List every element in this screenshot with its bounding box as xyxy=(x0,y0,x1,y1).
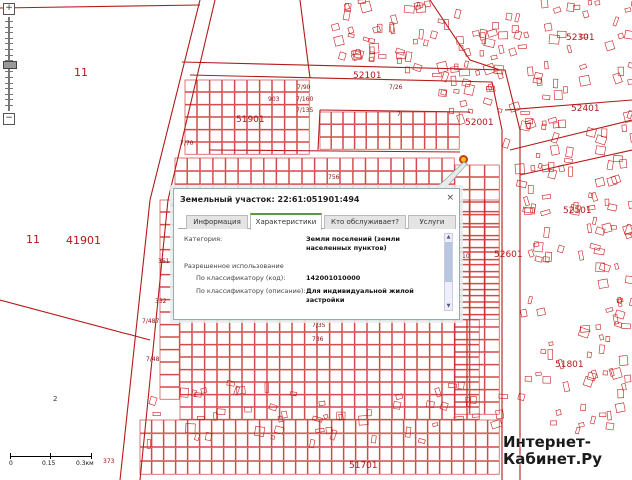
zone-label: 52401 xyxy=(571,104,600,114)
zone-label: 52101 xyxy=(353,71,382,81)
popup-content: Категория: Земли поселений (земли населе… xyxy=(180,231,442,313)
zone-label: 52601 xyxy=(494,250,523,260)
popup-title: Земельный участок: 22:61:051901:494 xyxy=(180,195,360,204)
zone-label: 51701 xyxy=(349,461,378,471)
tab-services[interactable]: Услуги xyxy=(408,215,456,229)
parcel-number: 351 xyxy=(158,258,170,265)
zone-label: 52501 xyxy=(563,206,592,216)
popup-scrollbar[interactable]: ▲ ▼ xyxy=(444,233,453,311)
parcel-number: 7 xyxy=(397,111,401,118)
scale-tick-label: 0 xyxy=(9,460,13,467)
zoom-out-button[interactable]: − xyxy=(3,113,15,125)
zone-label: 41901 xyxy=(66,234,101,247)
parcel-number: 10 xyxy=(462,253,470,260)
zoom-in-button[interactable]: + xyxy=(3,3,15,15)
zoom-slider-handle[interactable] xyxy=(3,61,17,69)
zone-label: 51901 xyxy=(236,115,265,125)
parcel-number: 7/90 xyxy=(297,84,311,91)
scroll-down-icon[interactable]: ▼ xyxy=(445,303,452,310)
watermark-line: Кабинет.Ру xyxy=(503,450,603,468)
zoom-control: + − xyxy=(3,3,17,125)
tab-who-serves[interactable]: Кто обслуживает? xyxy=(324,215,406,229)
scroll-thumb[interactable] xyxy=(445,242,452,282)
close-icon[interactable]: × xyxy=(446,193,454,203)
zone-label: 52001 xyxy=(465,118,494,128)
scale-bar: 0 0.15 0.3км xyxy=(6,453,96,469)
parcel-number: 736 xyxy=(312,336,324,343)
popup-tabs: Информация Характеристики Кто обслуживае… xyxy=(178,213,456,230)
parcel-number: 7/135 xyxy=(296,107,314,114)
zone-label: 51801 xyxy=(555,360,584,370)
category-value: Земли поселений (земли населенных пункто… xyxy=(306,235,400,252)
scale-tick-label: 0.3км xyxy=(76,460,94,467)
scroll-up-icon[interactable]: ▲ xyxy=(445,234,452,241)
code-value: 142001010000 xyxy=(306,274,361,282)
zone-label: 52301 xyxy=(566,33,595,43)
tab-characteristics[interactable]: Характеристики xyxy=(250,213,322,230)
permitted-use-header: Разрешенное использование xyxy=(184,262,284,270)
parcel-number: 7/35 xyxy=(312,322,326,329)
parcel-number: 903 xyxy=(268,96,280,103)
parcel-number: 7/70 xyxy=(180,140,194,147)
parcel-number: 756 xyxy=(328,174,340,181)
watermark: Интернет- Кабинет.Ру xyxy=(503,434,602,468)
parcel-number: 7/26 xyxy=(389,84,403,91)
code-label: По классификатору (код): xyxy=(196,274,286,282)
zone-label: 11 xyxy=(74,66,88,79)
parcel-info-popup: Земельный участок: 22:61:051901:494 × Ин… xyxy=(173,188,460,320)
parcel-number: 7/160 xyxy=(296,96,314,103)
watermark-line: Интернет- xyxy=(503,433,591,451)
parcel-number: 373 xyxy=(103,458,115,465)
zone-label: 11 xyxy=(26,233,40,246)
zone-label: 2 xyxy=(53,395,58,403)
parcel-number: 352 xyxy=(155,298,167,305)
scale-tick-label: 0.15 xyxy=(42,460,56,467)
parcel-number: 7/487 xyxy=(142,318,160,325)
parcel-number: 7/48 xyxy=(146,356,160,363)
description-value: Для индивидуальной жилой застройки xyxy=(306,287,414,304)
category-label: Категория: xyxy=(184,235,223,243)
description-label: По классификатору (описание): xyxy=(196,287,306,295)
tab-info[interactable]: Информация xyxy=(186,215,248,229)
